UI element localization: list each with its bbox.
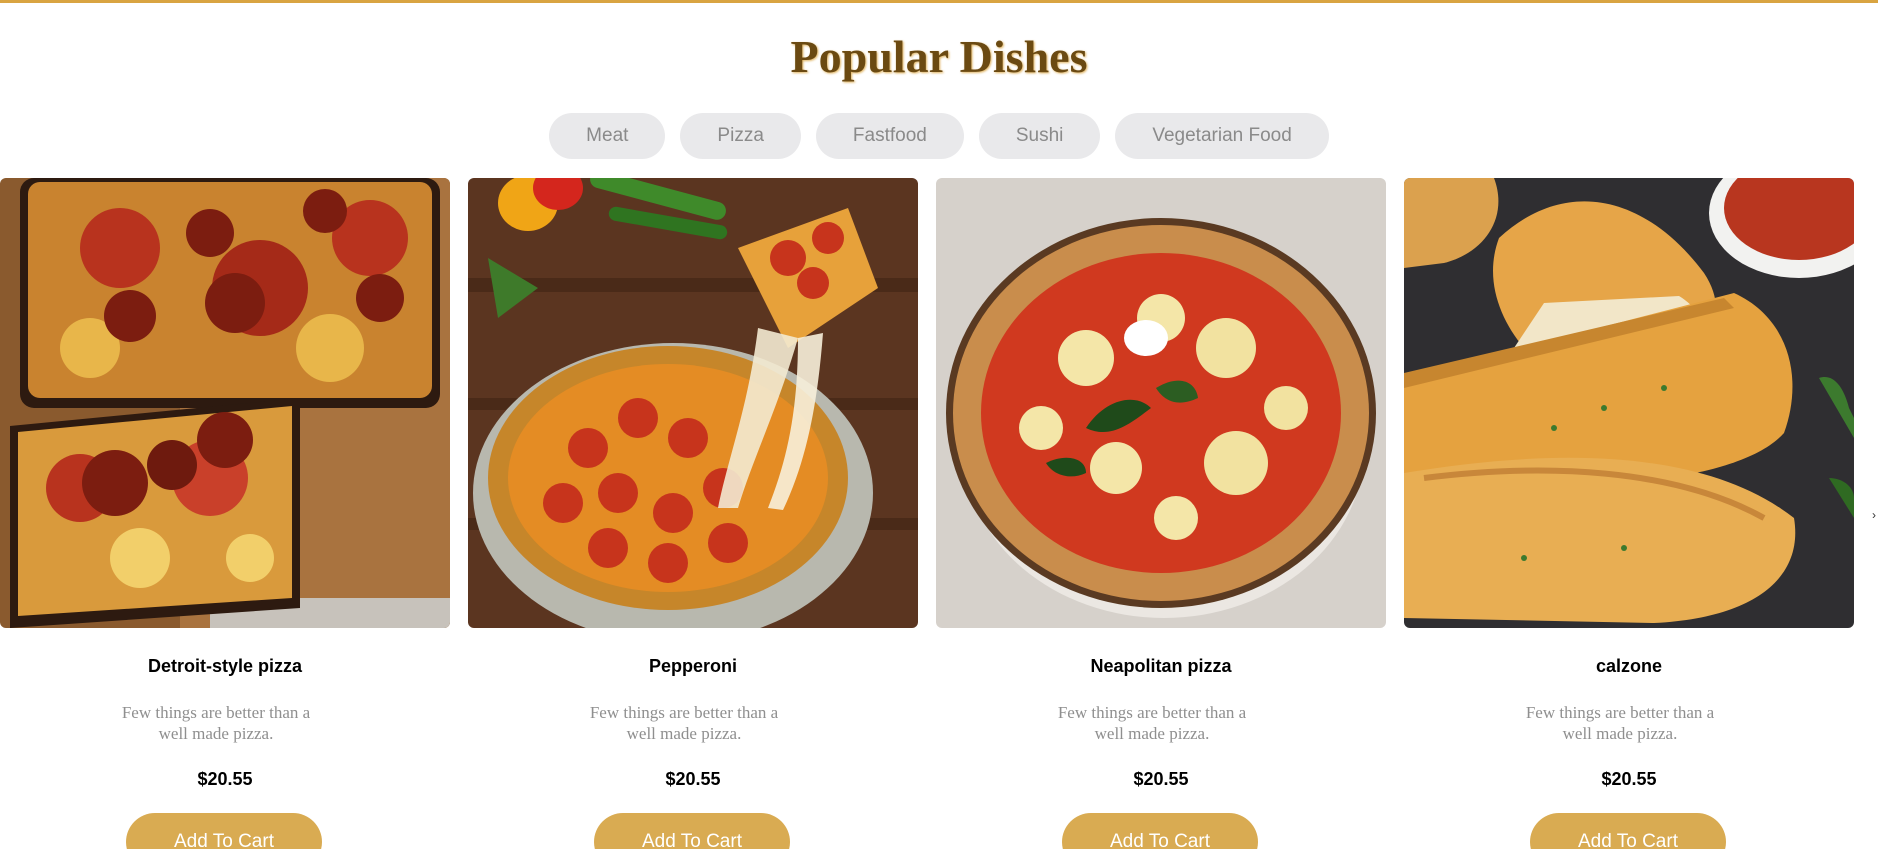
product-description: Few things are better than a well made p… xyxy=(589,703,779,743)
product-name: Detroit-style pizza xyxy=(147,656,303,676)
product-card: Pepperoni Few things are better than a w… xyxy=(468,176,918,849)
detroit-pizza-illustration xyxy=(0,178,450,628)
product-description: Few things are better than a well made p… xyxy=(121,703,311,743)
category-tabs: Meat Pizza Fastfood Sushi Vegetarian Foo… xyxy=(0,113,1878,159)
neapolitan-pizza-illustration xyxy=(936,178,1386,628)
product-card: calzone Few things are better than a wel… xyxy=(1404,176,1854,849)
product-image-detroit-style-pizza[interactable] xyxy=(0,178,450,628)
product-description: Few things are better than a well made p… xyxy=(1525,703,1715,743)
tab-vegetarian-food[interactable]: Vegetarian Food xyxy=(1115,113,1329,159)
add-to-cart-button[interactable]: Add To Cart xyxy=(594,813,790,849)
calzone-illustration xyxy=(1404,178,1854,628)
tab-sushi[interactable]: Sushi xyxy=(978,113,1101,159)
product-card: Detroit-style pizza Few things are bette… xyxy=(0,176,450,849)
tab-meat[interactable]: Meat xyxy=(549,113,666,159)
product-grid: Detroit-style pizza Few things are bette… xyxy=(0,176,1878,849)
product-description: Few things are better than a well made p… xyxy=(1057,703,1247,743)
tab-pizza[interactable]: Pizza xyxy=(680,113,801,159)
product-price: $20.55 xyxy=(665,769,721,789)
product-name: Neapolitan pizza xyxy=(1090,656,1232,676)
product-price: $20.55 xyxy=(197,769,253,789)
tab-fastfood[interactable]: Fastfood xyxy=(815,113,964,159)
scroll-next-arrow-icon[interactable]: › xyxy=(1872,508,1876,522)
product-price: $20.55 xyxy=(1601,769,1657,789)
product-name: Pepperoni xyxy=(648,656,737,676)
add-to-cart-button[interactable]: Add To Cart xyxy=(1530,813,1726,849)
popular-dishes-section: Popular Dishes Meat Pizza Fastfood Sushi… xyxy=(0,0,1878,849)
product-price: $20.55 xyxy=(1133,769,1189,789)
add-to-cart-button[interactable]: Add To Cart xyxy=(126,813,322,849)
pepperoni-pizza-illustration xyxy=(468,178,918,628)
product-image-neapolitan-pizza[interactable] xyxy=(936,178,1386,628)
product-card: Neapolitan pizza Few things are better t… xyxy=(936,176,1386,849)
product-name: calzone xyxy=(1595,656,1663,676)
product-image-pepperoni[interactable] xyxy=(468,178,918,628)
section-title: Popular Dishes xyxy=(790,30,1088,82)
product-image-calzone[interactable] xyxy=(1404,178,1854,628)
add-to-cart-button[interactable]: Add To Cart xyxy=(1062,813,1258,849)
